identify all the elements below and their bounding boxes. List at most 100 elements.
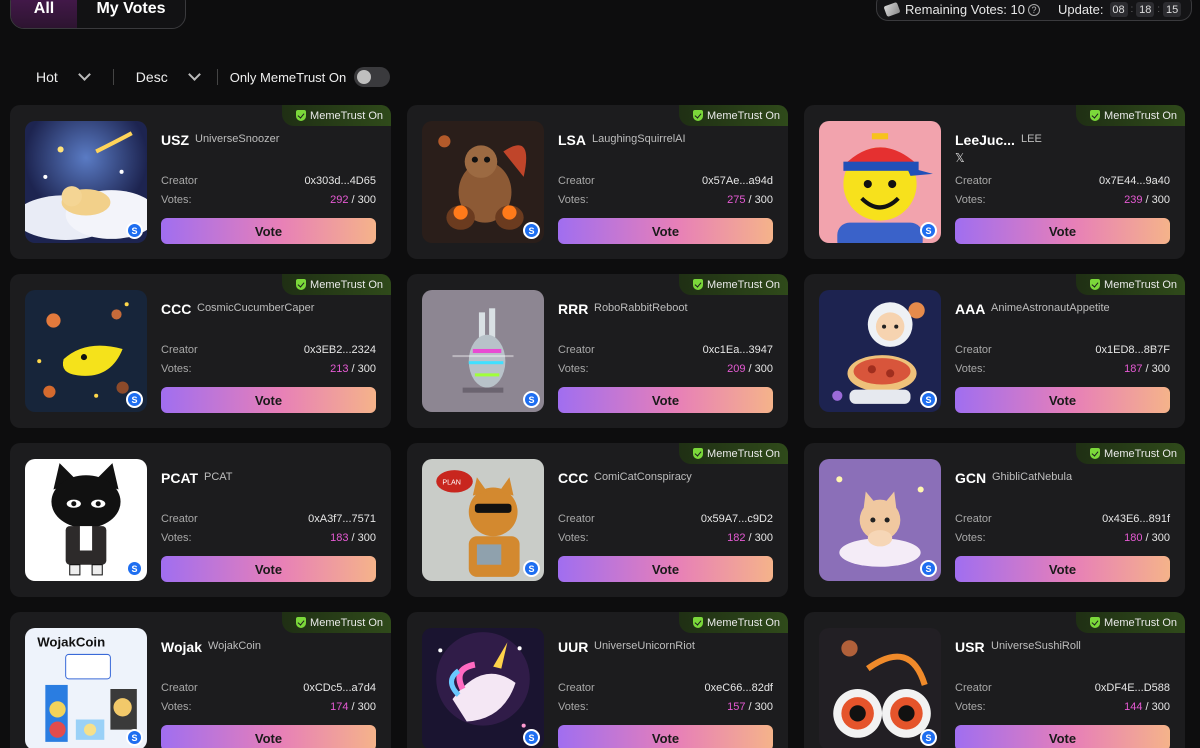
memetrust-badge: MemeTrust On: [679, 612, 788, 633]
votes-total: / 300: [1145, 194, 1170, 206]
vote-button[interactable]: Vote: [558, 387, 773, 413]
votes-label: Votes:: [558, 532, 589, 544]
token-card[interactable]: MemeTrust On S GCN GhibliCatNebula Creator 0x…: [804, 443, 1185, 597]
votes-current: 182: [727, 532, 746, 544]
token-card[interactable]: MemeTrust On S LeeJuc... LEE 𝕏 Creator 0x7E44.…: [804, 105, 1185, 259]
creator-label: Creator: [558, 682, 595, 694]
memetrust-badge-label: MemeTrust On: [1104, 278, 1177, 291]
view-tabs: All My Votes: [10, 0, 186, 29]
creator-address[interactable]: 0xc1Ea...3947: [703, 344, 773, 356]
token-image[interactable]: S: [422, 121, 544, 243]
vote-button[interactable]: Vote: [558, 556, 773, 582]
memetrust-toggle[interactable]: [354, 67, 391, 87]
token-ticker: UUR: [558, 639, 589, 655]
creator-address[interactable]: 0x43E6...891f: [1102, 513, 1170, 525]
creator-label: Creator: [161, 682, 198, 694]
memetrust-badge: MemeTrust On: [1076, 443, 1185, 464]
token-card[interactable]: MemeTrust On S LSA LaughingSquirrelAI Creato…: [407, 105, 788, 259]
divider: [216, 69, 218, 85]
memetrust-badge-label: MemeTrust On: [310, 109, 383, 122]
token-image[interactable]: S: [422, 628, 544, 748]
token-image[interactable]: S: [819, 290, 941, 412]
vote-button[interactable]: Vote: [955, 218, 1170, 244]
remaining-votes: Remaining Votes: 10: [905, 2, 1025, 17]
votes-total: / 300: [1145, 532, 1170, 544]
creator-address[interactable]: 0x303d...4D65: [304, 175, 376, 187]
votes-label: Votes:: [955, 701, 986, 713]
token-image[interactable]: S: [25, 459, 147, 581]
vote-button[interactable]: Vote: [161, 556, 376, 582]
token-name: UniverseUnicornRiot: [594, 640, 695, 652]
token-card[interactable]: MemeTrust On S AAA AnimeAstronautAppetite Cr…: [804, 274, 1185, 428]
votes-count: 180 / 300: [1124, 532, 1170, 544]
votes-total: / 300: [351, 701, 376, 713]
token-ticker: GCN: [955, 470, 987, 486]
votes-count: 292 / 300: [330, 194, 376, 206]
vote-button[interactable]: Vote: [161, 725, 376, 748]
vote-button[interactable]: Vote: [558, 218, 773, 244]
vote-button[interactable]: Vote: [161, 387, 376, 413]
token-image[interactable]: S: [422, 290, 544, 412]
token-card[interactable]: MemeTrust On WojakCoin S Wojak WojakCoin Crea…: [10, 612, 391, 748]
x-social-icon[interactable]: 𝕏: [955, 151, 965, 165]
token-image[interactable]: WojakCoin S: [25, 628, 147, 748]
token-image[interactable]: PLAN S: [422, 459, 544, 581]
token-ticker: USZ: [161, 132, 189, 148]
vote-button[interactable]: Vote: [955, 725, 1170, 748]
token-image[interactable]: S: [819, 628, 941, 748]
creator-address[interactable]: 0x59A7...c9D2: [701, 513, 773, 525]
token-image[interactable]: S: [819, 121, 941, 243]
token-card[interactable]: MemeTrust On S USR UniverseSushiRoll Creator…: [804, 612, 1185, 748]
creator-address[interactable]: 0x1ED8...8B7F: [1095, 344, 1170, 356]
token-card[interactable]: MemeTrust On PLAN S CCC ComiCatConspiracy Cre…: [407, 443, 788, 597]
creator-label: Creator: [558, 344, 595, 356]
chain-badge-icon: S: [126, 729, 143, 746]
timer-hours: 08: [1109, 2, 1128, 17]
creator-address[interactable]: 0xA3f7...7571: [308, 513, 376, 525]
chain-badge-icon: S: [920, 391, 937, 408]
votes-current: 157: [727, 701, 746, 713]
order-dropdown[interactable]: Desc: [136, 68, 201, 85]
creator-address[interactable]: 0xCDc5...a7d4: [303, 682, 376, 694]
creator-address[interactable]: 0xDF4E...D588: [1095, 682, 1170, 694]
vote-button[interactable]: Vote: [558, 725, 773, 748]
votes-label: Votes:: [955, 194, 986, 206]
creator-label: Creator: [955, 682, 992, 694]
timer-separator: :: [1130, 4, 1134, 15]
creator-address[interactable]: 0x57Ae...a94d: [702, 175, 773, 187]
votes-label: Votes:: [161, 701, 192, 713]
token-image[interactable]: S: [819, 459, 941, 581]
shield-icon: [693, 279, 704, 290]
votes-total: / 300: [1145, 701, 1170, 713]
token-image[interactable]: S: [25, 121, 147, 243]
sort-dropdown[interactable]: Hot: [36, 68, 91, 85]
token-card[interactable]: MemeTrust On S UUR UniverseUnicornRiot Creat…: [407, 612, 788, 748]
creator-label: Creator: [161, 175, 198, 187]
creator-address[interactable]: 0xeC66...82df: [705, 682, 774, 694]
creator-label: Creator: [955, 344, 992, 356]
token-name: LaughingSquirrelAI: [592, 133, 686, 145]
tab-all[interactable]: All: [11, 0, 77, 28]
chain-badge-icon: S: [126, 391, 143, 408]
token-card[interactable]: S PCAT PCAT Creator 0xA3f7...7571 Votes: 183 /…: [10, 443, 391, 597]
creator-address[interactable]: 0x7E44...9a40: [1099, 175, 1170, 187]
vote-button[interactable]: Vote: [955, 387, 1170, 413]
token-card[interactable]: MemeTrust On S RRR RoboRabbitReboot Creator 0…: [407, 274, 788, 428]
vote-button[interactable]: Vote: [161, 218, 376, 244]
token-card[interactable]: MemeTrust On S CCC CosmicCucumberCaper Creat…: [10, 274, 391, 428]
token-image[interactable]: S: [25, 290, 147, 412]
chain-badge-icon: S: [126, 222, 143, 239]
votes-label: Votes:: [161, 532, 192, 544]
votes-count: 183 / 300: [330, 532, 376, 544]
votes-total: / 300: [748, 532, 773, 544]
token-ticker: CCC: [161, 301, 192, 317]
creator-label: Creator: [955, 175, 992, 187]
creator-label: Creator: [558, 175, 595, 187]
shield-icon: [1090, 110, 1101, 121]
votes-current: 187: [1124, 363, 1143, 375]
token-card[interactable]: MemeTrust On S USZ UniverseSnoozer Creator 0x…: [10, 105, 391, 259]
creator-address[interactable]: 0x3EB2...2324: [304, 344, 376, 356]
help-icon[interactable]: ?: [1027, 3, 1040, 16]
vote-button[interactable]: Vote: [955, 556, 1170, 582]
tab-my-votes[interactable]: My Votes: [77, 0, 185, 28]
